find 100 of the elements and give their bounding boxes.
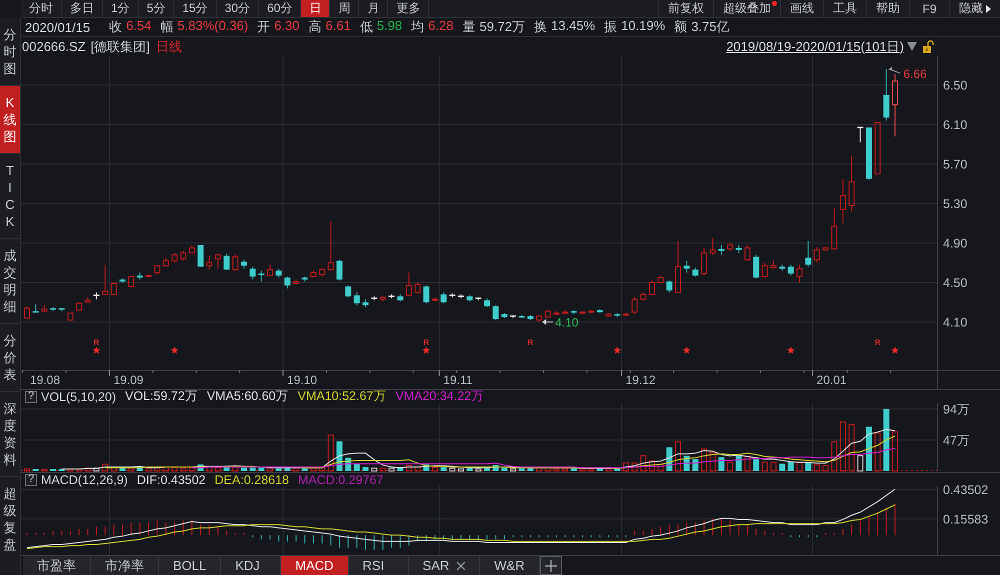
indicator-value: VMA10:52.67万	[298, 390, 386, 405]
high-price-label: 6.66	[903, 67, 927, 82]
quote-value: 6.30	[274, 18, 300, 35]
star-icon	[891, 346, 899, 354]
indicator-value: DEA:0.28618	[214, 473, 289, 486]
leader-arrow	[542, 319, 554, 325]
quote-label: 额	[674, 18, 688, 36]
indicator-title: VOL(5,10,20)	[41, 390, 116, 404]
date-range-link[interactable]: 2019/08/19-2020/01/15(101日)	[726, 38, 904, 56]
date-axis-label: 19.08	[30, 373, 60, 387]
indicator-axis-label: 0.43502	[943, 483, 988, 498]
side-tab[interactable]: 成交明细	[0, 239, 20, 324]
indicator-tab[interactable]: MACD	[281, 556, 349, 575]
side-tab[interactable]: 分价表	[0, 324, 20, 392]
period-tab[interactable]: 分时	[21, 0, 62, 17]
period-label: 日线	[156, 38, 182, 56]
quote-value: 6.28	[428, 18, 454, 35]
quote-label: 低	[360, 18, 373, 36]
help-button[interactable]: ?	[25, 474, 37, 486]
caret-icon[interactable]	[907, 42, 917, 51]
side-tab[interactable]: 深度资料	[0, 392, 20, 477]
period-tab[interactable]: 多日	[62, 0, 103, 17]
quote-label: 收	[109, 18, 122, 36]
indicator-tab[interactable]: W&R	[480, 556, 540, 575]
period-tab[interactable]: 周	[330, 0, 360, 17]
toolbar-button[interactable]: 隐藏	[949, 0, 1000, 17]
price-axis-label: 5.70	[943, 158, 968, 172]
add-tab-button[interactable]	[540, 556, 562, 575]
indicator-tab[interactable]: 市盈率	[23, 556, 91, 575]
plus-icon	[545, 560, 558, 572]
period-tab[interactable]: 更多	[388, 0, 430, 17]
quote-label: 开	[257, 18, 270, 36]
stock-code: 002666.SZ	[22, 39, 86, 54]
padlock-icon[interactable]	[923, 40, 934, 53]
period-tab[interactable]: 30分	[216, 0, 260, 17]
quote-value: 5.83%(0.36)	[177, 18, 248, 35]
indicator-value: VMA20:34.22万	[395, 390, 484, 405]
signal-letter: R	[528, 338, 534, 347]
period-tab[interactable]: 15分	[174, 0, 217, 17]
price-axis-label: 4.90	[943, 236, 968, 250]
quote-value: 13.45%	[551, 18, 596, 35]
date-axis-label: 19.12	[626, 373, 656, 387]
indicator-tab[interactable]: BOLL	[159, 556, 222, 575]
signal-letter: R	[423, 338, 430, 347]
quote-label: 量	[462, 18, 476, 36]
star-icon	[682, 346, 690, 354]
toolbar-button[interactable]: 画线	[780, 0, 823, 17]
signal-letter: R	[94, 338, 100, 347]
star-icon	[170, 346, 178, 354]
period-tab[interactable]: 日	[301, 0, 330, 17]
price-axis-label: 4.50	[943, 276, 968, 290]
quote-value: 59.72万	[479, 18, 526, 36]
period-tab[interactable]: 5分	[138, 0, 174, 17]
quote-label: 幅	[160, 18, 174, 36]
indicator-tab[interactable]: 市净率	[91, 556, 159, 575]
toolbar-button[interactable]: 超级叠加	[713, 0, 780, 17]
quote-value: 6.54	[126, 18, 152, 35]
indicator-tab[interactable]: SAR	[408, 556, 480, 575]
help-button[interactable]: ?	[25, 390, 37, 402]
indicator-axis-label: 0.15583	[943, 512, 988, 526]
quote-date: 2020/01/15	[25, 20, 90, 34]
toolbar-button[interactable]: 工具	[823, 0, 866, 17]
indicator-value: VMA5:60.60万	[206, 390, 289, 405]
indicator-value: DIF:0.43502	[136, 473, 206, 486]
quote-label: 均	[411, 18, 424, 36]
date-axis-label: 19.10	[287, 373, 318, 387]
close-icon[interactable]	[457, 562, 466, 570]
indicator-value: VOL:59.72万	[125, 390, 198, 405]
indicator-title: MACD(12,26,9)	[41, 473, 128, 486]
low-price-label: 4.10	[555, 316, 578, 330]
indicator-value: MACD:0.29767	[298, 473, 384, 486]
quote-label: 换	[534, 18, 548, 36]
date-axis-label: 19.09	[113, 373, 144, 387]
indicator-axis-label: 94万	[943, 402, 970, 416]
period-tab[interactable]: 1分	[103, 0, 139, 17]
quote-label: 振	[604, 18, 618, 36]
side-tab[interactable]: 超级复盘	[0, 477, 20, 575]
star-icon	[422, 346, 430, 354]
quote-value: 6.61	[326, 18, 351, 35]
leader-arrow	[888, 66, 901, 74]
stock-name: [德联集团]	[90, 38, 150, 56]
star-icon	[787, 346, 795, 354]
indicator-tab[interactable]: RSI	[348, 556, 409, 575]
price-axis-label: 5.30	[943, 197, 968, 211]
quote-value: 5.98	[376, 18, 402, 35]
signal-letter: R	[874, 338, 881, 347]
side-tab[interactable]: TICK	[0, 154, 20, 239]
toolbar-button[interactable]: 前复权	[658, 0, 713, 17]
date-axis-label: 19.11	[443, 373, 472, 387]
period-tab[interactable]: 月	[359, 0, 388, 17]
side-tab[interactable]: K线图	[0, 86, 20, 154]
quote-value: 3.75亿	[691, 18, 730, 36]
toolbar-button[interactable]: 帮助	[866, 0, 909, 17]
price-axis-label: 6.50	[943, 78, 968, 92]
indicator-tab[interactable]: KDJ	[221, 556, 282, 575]
star-icon	[613, 346, 622, 354]
toolbar-button[interactable]: F9	[909, 0, 949, 17]
quote-value: 10.19%	[621, 18, 666, 35]
star-icon	[92, 346, 100, 354]
indicator-axis-label: 47万	[943, 433, 970, 448]
